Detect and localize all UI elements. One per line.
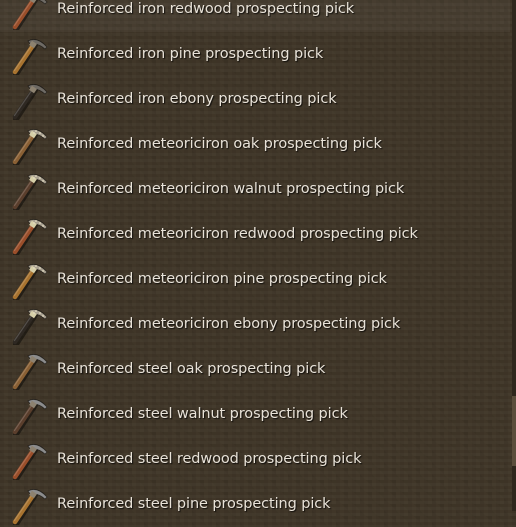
- item-label: Reinforced steel oak prospecting pick: [57, 361, 326, 377]
- pickaxe-icon: [6, 260, 50, 300]
- list-item[interactable]: Reinforced iron ebony prospecting pick: [0, 77, 510, 122]
- item-label: Reinforced steel walnut prospecting pick: [57, 406, 348, 422]
- pickaxe-icon: [6, 35, 50, 75]
- pickaxe-icon: [6, 125, 50, 165]
- list-item[interactable]: Reinforced meteoriciron ebony prospectin…: [0, 302, 510, 347]
- pickaxe-icon: [6, 170, 50, 210]
- list-item[interactable]: Reinforced iron pine prospecting pick: [0, 32, 510, 77]
- item-label: Reinforced steel redwood prospecting pic…: [57, 451, 362, 467]
- pickaxe-icon: [6, 485, 50, 525]
- pickaxe-icon: [6, 0, 50, 30]
- item-label: Reinforced meteoriciron walnut prospecti…: [57, 181, 405, 197]
- scrollbar-thumb[interactable]: [512, 396, 516, 466]
- item-label: Reinforced meteoriciron redwood prospect…: [57, 226, 418, 242]
- list-item[interactable]: Reinforced steel oak prospecting pick: [0, 347, 510, 392]
- pickaxe-icon: [6, 215, 50, 255]
- list-item[interactable]: Reinforced meteoriciron pine prospecting…: [0, 257, 510, 302]
- list-item[interactable]: Reinforced meteoriciron redwood prospect…: [0, 212, 510, 257]
- list-item[interactable]: Reinforced meteoriciron walnut prospecti…: [0, 167, 510, 212]
- item-label: Reinforced steel pine prospecting pick: [57, 496, 331, 512]
- pickaxe-icon: [6, 395, 50, 435]
- item-label: Reinforced meteoriciron oak prospecting …: [57, 136, 382, 152]
- list-item[interactable]: Reinforced steel redwood prospecting pic…: [0, 437, 510, 482]
- item-label: Reinforced iron ebony prospecting pick: [57, 91, 337, 107]
- item-label: Reinforced meteoriciron ebony prospectin…: [57, 316, 401, 332]
- list-item[interactable]: Reinforced meteoriciron oak prospecting …: [0, 122, 510, 167]
- list-item[interactable]: Reinforced steel pine prospecting pick: [0, 482, 510, 527]
- scrollbar[interactable]: [512, 0, 516, 511]
- list-item[interactable]: Reinforced iron redwood prospecting pick: [0, 0, 510, 32]
- item-label: Reinforced iron pine prospecting pick: [57, 46, 324, 62]
- item-list: Reinforced iron redwood prospecting pick…: [0, 0, 510, 527]
- pickaxe-icon: [6, 80, 50, 120]
- pickaxe-icon: [6, 350, 50, 390]
- pickaxe-icon: [6, 305, 50, 345]
- item-label: Reinforced meteoriciron pine prospecting…: [57, 271, 387, 287]
- list-item[interactable]: Reinforced steel walnut prospecting pick: [0, 392, 510, 437]
- pickaxe-icon: [6, 440, 50, 480]
- item-label: Reinforced iron redwood prospecting pick: [57, 1, 355, 17]
